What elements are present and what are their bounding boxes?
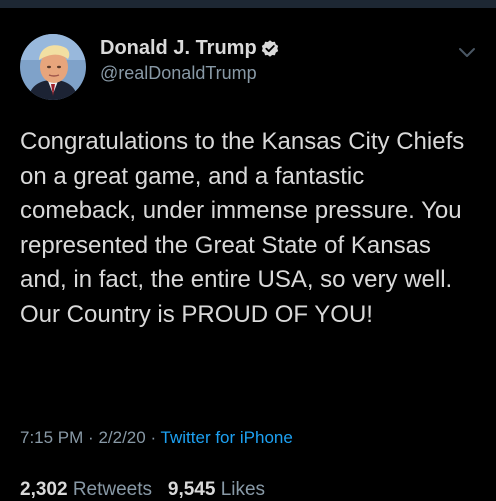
tweet-date[interactable]: 2/2/20	[98, 428, 145, 447]
tweet-time[interactable]: 7:15 PM	[20, 428, 83, 447]
chevron-down-icon[interactable]	[457, 46, 477, 60]
likes-stat[interactable]: 9,545 Likes	[168, 479, 265, 500]
meta-separator: ·	[150, 428, 157, 447]
tweet-metadata: 7:15 PM · 2/2/20 · Twitter for iPhone	[20, 428, 293, 448]
top-bar	[0, 0, 496, 8]
tweet-text: Congratulations to the Kansas City Chief…	[20, 128, 465, 328]
meta-separator: ·	[88, 428, 94, 447]
author-name[interactable]: Donald J. Trump	[100, 37, 257, 60]
tweet-source-link[interactable]: Twitter for iPhone	[161, 428, 293, 447]
likes-label: Likes	[220, 479, 266, 500]
tweet-card: Donald J. Trump @realDonaldTrump Congrat…	[0, 8, 496, 500]
retweets-label: Retweets	[72, 479, 153, 500]
retweets-stat[interactable]: 2,302 Retweets	[20, 479, 157, 500]
avatar[interactable]	[20, 34, 86, 100]
retweets-count: 2,302	[20, 479, 68, 500]
verified-badge-icon	[261, 40, 279, 57]
tweet-stats: 2,302 Retweets 9,545 Likes	[20, 479, 265, 501]
profile-photo-icon	[20, 34, 86, 100]
author-handle[interactable]: @realDonaldTrump	[100, 63, 257, 84]
likes-count: 9,545	[167, 479, 216, 500]
